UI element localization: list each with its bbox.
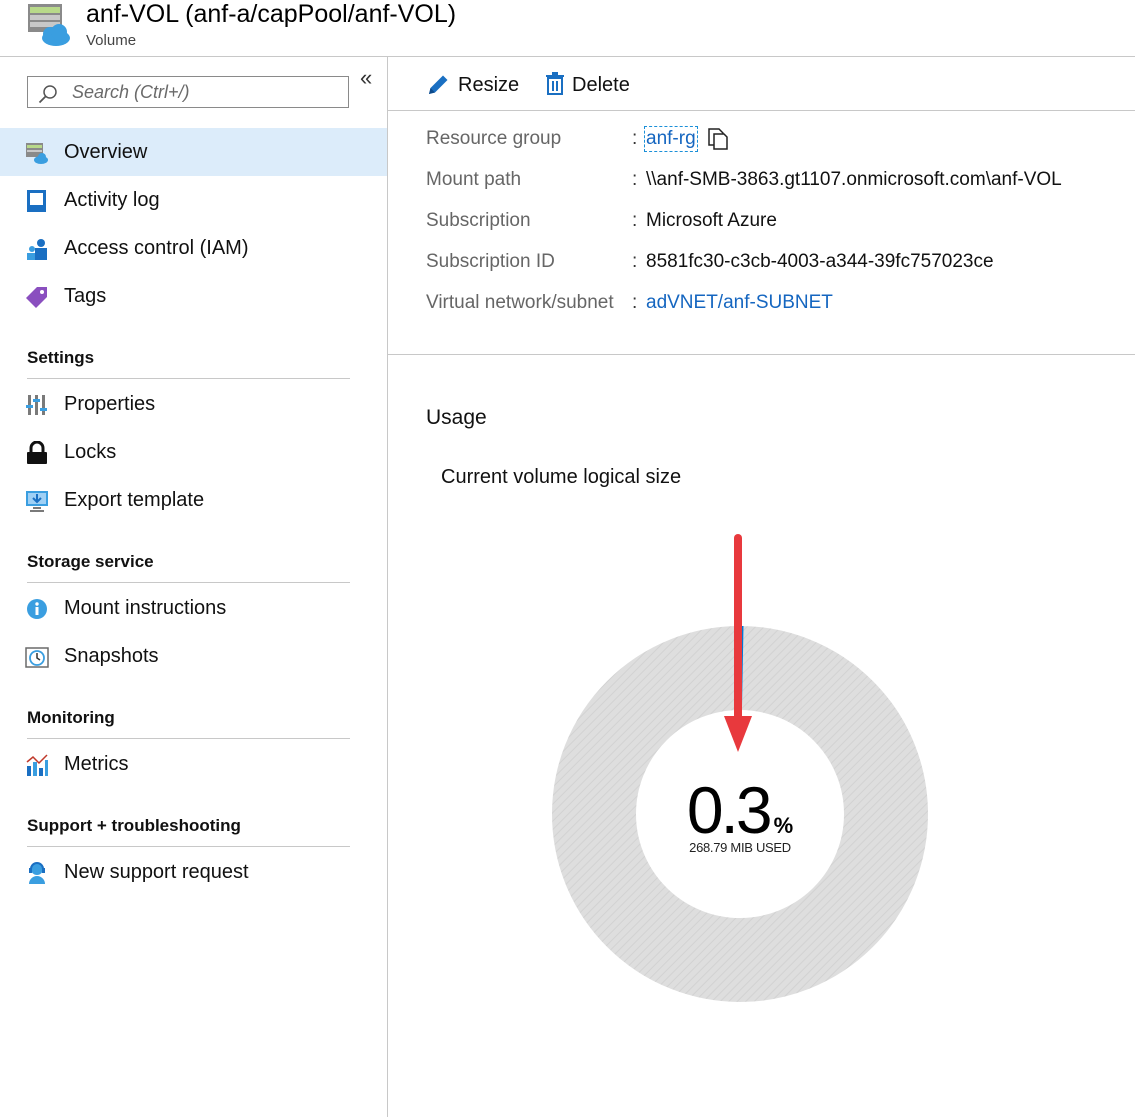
sidebar-item-label: Snapshots	[64, 645, 159, 667]
sidebar-item-label: Metrics	[64, 753, 129, 775]
usage-percent-value: 0.3	[686, 773, 773, 847]
sidebar-item-label: Mount instructions	[64, 597, 227, 619]
essentials-colon: :	[632, 292, 638, 313]
search-icon	[38, 85, 57, 104]
search-box[interactable]	[27, 76, 349, 108]
sidebar-item-label: Properties	[64, 393, 156, 415]
volume-icon	[26, 143, 48, 164]
iam-icon	[27, 239, 47, 260]
sidebar-item-access-control[interactable]: Access control (IAM)	[0, 224, 387, 272]
export-template-icon	[26, 491, 48, 512]
usage-title: Usage	[426, 406, 487, 429]
sidebar-divider	[387, 57, 388, 1117]
essentials-colon: :	[632, 210, 638, 231]
snapshot-icon	[25, 647, 49, 668]
vnet-subnet-link[interactable]: adVNET/anf-SUBNET	[646, 292, 833, 314]
usage-used-text: 268.79 MIB USED	[689, 840, 791, 855]
sidebar-item-label: Locks	[64, 441, 117, 463]
section-title-settings: Settings	[27, 348, 95, 367]
collapse-sidebar-button[interactable]: «	[360, 65, 372, 91]
subscription-id-value: 8581fc30-c3cb-4003-a344-39fc757023ce	[646, 251, 994, 272]
delete-button[interactable]: Delete	[543, 72, 633, 100]
sidebar-item-properties[interactable]: Properties	[0, 380, 387, 428]
properties-icon	[26, 395, 47, 415]
support-icon	[29, 862, 45, 884]
resize-label: Resize	[458, 74, 520, 96]
copy-icon[interactable]	[707, 128, 729, 150]
section-divider	[27, 738, 350, 739]
section-divider	[27, 846, 350, 847]
section-title-storage-service: Storage service	[27, 552, 154, 571]
page-title: anf-VOL (anf-a/capPool/anf-VOL)	[86, 0, 457, 28]
essentials-colon: :	[632, 128, 638, 149]
section-divider	[27, 582, 350, 583]
sidebar: « Overview Activity log Access control (…	[0, 57, 387, 1117]
activity-log-icon	[27, 190, 46, 212]
toolbar-divider	[388, 110, 1135, 111]
trash-icon	[546, 72, 564, 95]
essentials-label: Virtual network/subnet	[426, 292, 614, 313]
sidebar-item-export-template[interactable]: Export template	[0, 476, 387, 524]
search-input[interactable]	[72, 80, 332, 104]
subscription-value: Microsoft Azure	[646, 210, 777, 231]
section-title-support: Support + troubleshooting	[27, 816, 241, 835]
mount-path-value: \\anf-SMB-3863.gt1107.onmicrosoft.com\an…	[646, 169, 1062, 190]
sidebar-item-snapshots[interactable]: Snapshots	[0, 632, 387, 680]
section-title-monitoring: Monitoring	[27, 708, 115, 727]
sidebar-item-mount-instructions[interactable]: Mount instructions	[0, 584, 387, 632]
page-subtitle: Volume	[86, 32, 137, 49]
volume-icon	[28, 4, 70, 46]
tag-icon	[26, 287, 47, 308]
sidebar-item-tags[interactable]: Tags	[0, 272, 387, 320]
sidebar-item-new-support-request[interactable]: New support request	[0, 848, 387, 896]
delete-label: Delete	[572, 74, 630, 96]
pencil-icon	[429, 75, 448, 94]
sidebar-item-label: Tags	[64, 285, 107, 307]
section-divider	[27, 378, 350, 379]
sidebar-item-activity-log[interactable]: Activity log	[0, 176, 387, 224]
essentials-colon: :	[632, 251, 638, 272]
essentials-label: Subscription	[426, 210, 531, 231]
sidebar-item-overview[interactable]: Overview	[0, 128, 387, 176]
info-icon	[27, 599, 47, 619]
usage-percent-symbol: %	[773, 813, 794, 838]
essentials-colon: :	[632, 169, 638, 190]
resize-button[interactable]: Resize	[426, 72, 520, 100]
sidebar-item-label: New support request	[64, 861, 249, 883]
sidebar-item-label: Overview	[64, 141, 148, 163]
lock-icon	[27, 441, 47, 464]
annotation-arrow	[724, 534, 752, 752]
essentials-label: Mount path	[426, 169, 522, 190]
essentials-divider	[388, 354, 1135, 355]
essentials-label: Subscription ID	[426, 251, 555, 272]
usage-subtitle: Current volume logical size	[441, 466, 682, 488]
sidebar-item-label: Activity log	[64, 189, 160, 211]
usage-percent: 0.3%	[640, 772, 840, 848]
sidebar-item-metrics[interactable]: Metrics	[0, 740, 387, 788]
sidebar-item-label: Export template	[64, 489, 205, 511]
essentials-label: Resource group	[426, 128, 562, 149]
page-header: anf-VOL (anf-a/capPool/anf-VOL) Volume	[0, 0, 1135, 56]
sidebar-item-label: Access control (IAM)	[64, 237, 249, 259]
metrics-icon	[26, 754, 48, 776]
sidebar-item-locks[interactable]: Locks	[0, 428, 387, 476]
resource-group-link[interactable]: anf-rg	[644, 126, 698, 152]
